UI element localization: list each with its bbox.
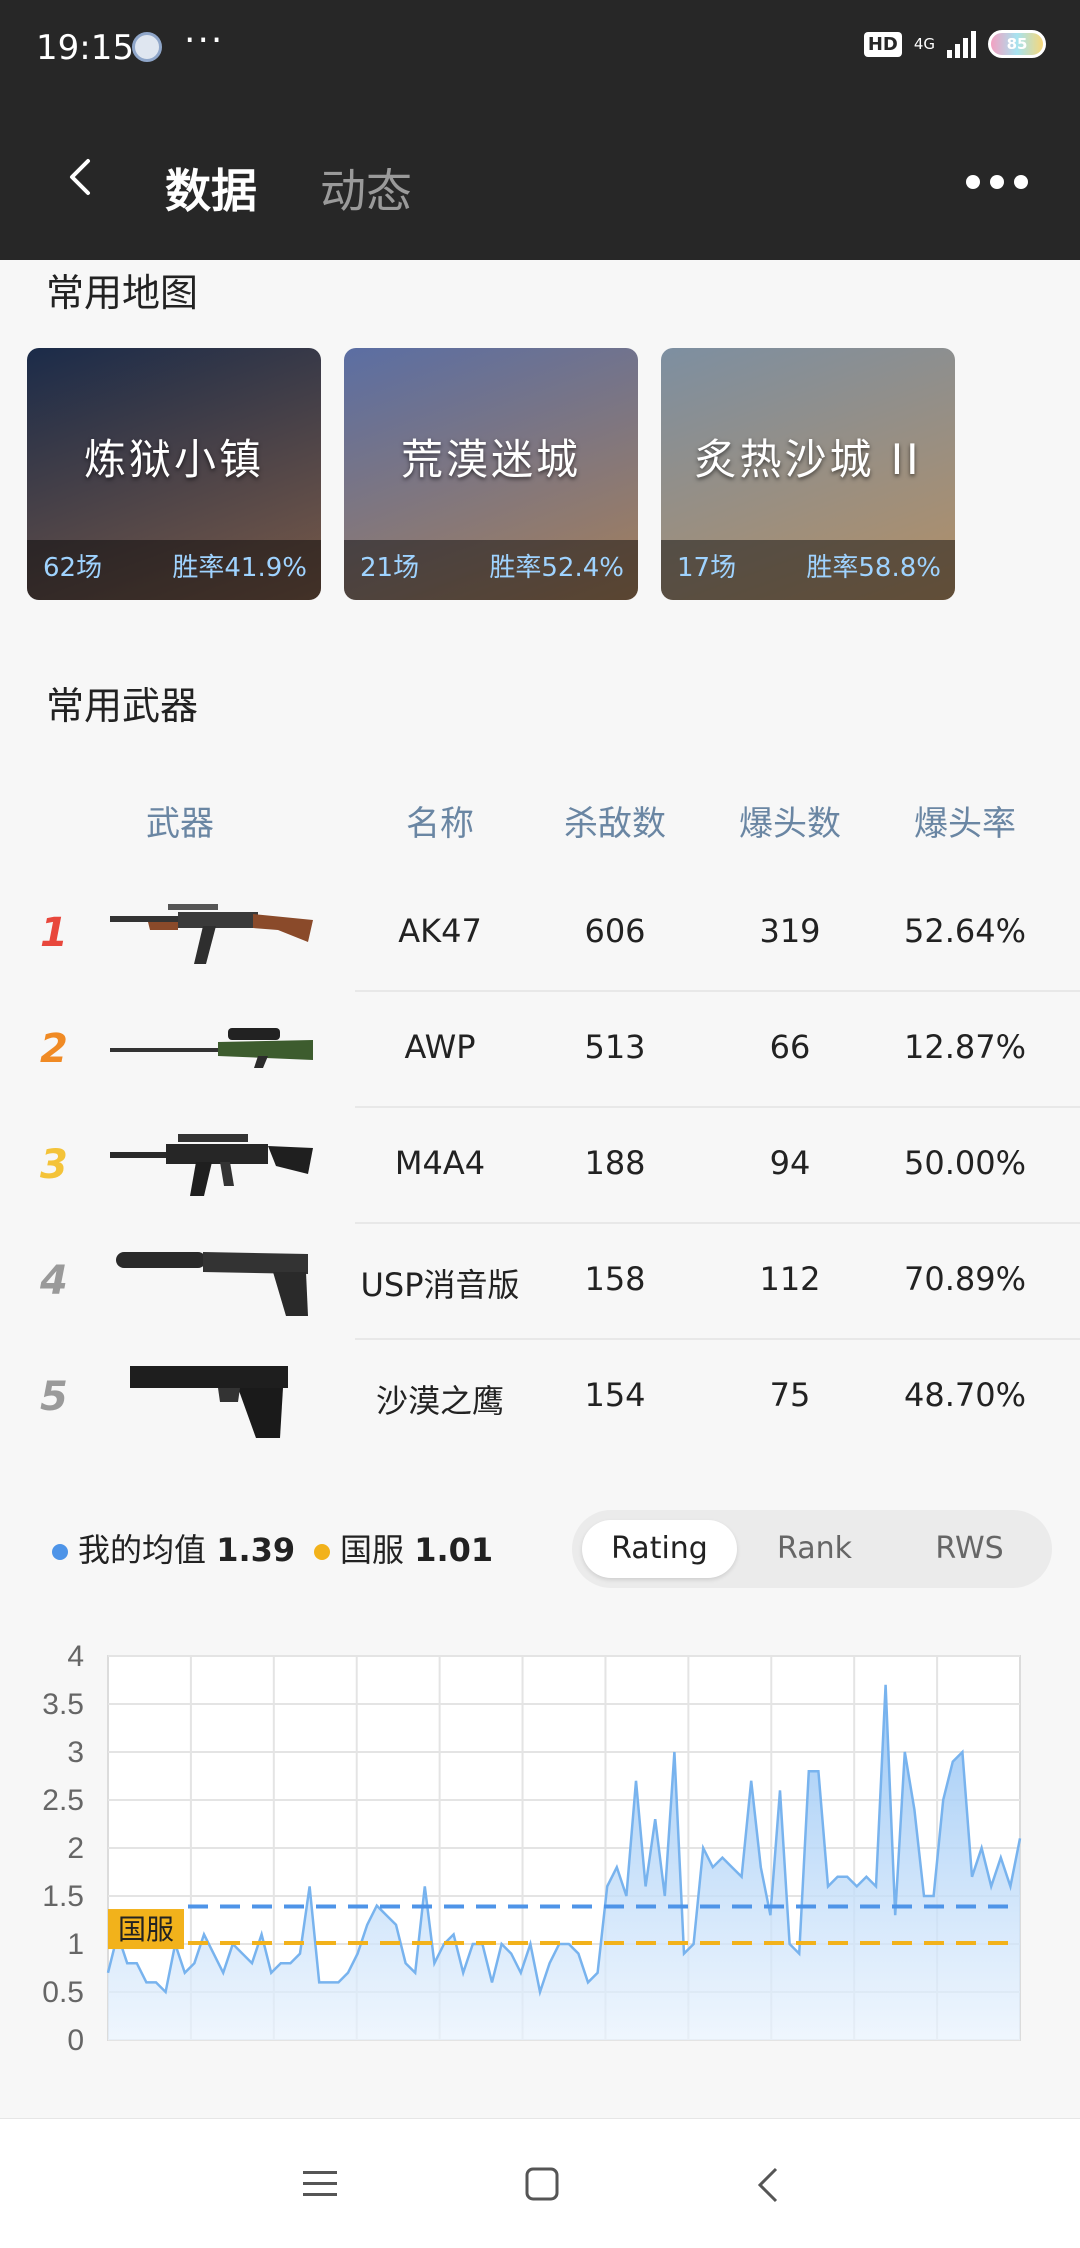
header-kills: 杀敌数 xyxy=(564,804,666,844)
weapons-table-header: 武器 名称 杀敌数 爆头数 爆头率 xyxy=(0,796,1080,846)
my-average-legend: 我的均值 1.39 xyxy=(52,1525,295,1571)
server-label-text: 国服 xyxy=(118,1914,174,1945)
status-time: 19:15 xyxy=(36,28,134,68)
metric-segmented-control: Rating Rank RWS xyxy=(572,1510,1052,1588)
weapon-headshots: 66 xyxy=(769,1028,811,1066)
map-name: 炼狱小镇 xyxy=(83,435,264,484)
map-card[interactable]: 炼狱小镇 62场 胜率41.9% xyxy=(27,348,321,600)
recent-apps-icon[interactable] xyxy=(303,2169,337,2199)
server-average-value: 1.01 xyxy=(414,1531,494,1569)
awp-sniper-icon xyxy=(110,1028,313,1068)
network-type-icon: 4G xyxy=(913,35,935,53)
ak47-rifle-icon xyxy=(110,904,313,964)
weapon-hs-rate: 52.64% xyxy=(903,912,1026,950)
y-tick-label: 2 xyxy=(67,1832,84,1865)
weapon-name: M4A4 xyxy=(394,1144,486,1182)
home-icon[interactable] xyxy=(525,2167,559,2201)
battery-icon: 85 xyxy=(988,30,1046,58)
signal-icon xyxy=(947,30,976,58)
rank-badge: 4 xyxy=(40,1258,68,1304)
weapon-kills: 606 xyxy=(584,912,646,950)
weapon-hs-rate: 70.89% xyxy=(903,1260,1026,1298)
weapon-name: USP消音版 xyxy=(360,1266,520,1304)
rank-badge: 3 xyxy=(40,1142,68,1188)
weapon-hs-rate: 12.87% xyxy=(903,1028,1026,1066)
y-tick-label: 1.5 xyxy=(42,1880,84,1913)
tab-data[interactable]: 数据 xyxy=(165,155,257,221)
map-games-count: 17场 xyxy=(677,553,737,583)
status-icons: HD 4G 85 xyxy=(863,30,1046,58)
more-notifications-icon: ··· xyxy=(184,20,225,61)
map-card-list: 炼狱小镇 62场 胜率41.9% 荒漠迷城 21场 胜率52.4% 炙热沙城 I… xyxy=(27,348,955,600)
weapon-name: AWP xyxy=(404,1028,476,1066)
y-tick-label: 3 xyxy=(67,1736,84,1769)
hd-icon: HD xyxy=(863,31,902,57)
server-average-dot xyxy=(314,1544,330,1560)
y-tick-label: 4 xyxy=(67,1640,84,1673)
my-average-value: 1.39 xyxy=(216,1531,296,1569)
table-row[interactable]: 5 沙漠之鹰 154 75 48.70% xyxy=(0,1340,1080,1456)
weapons-section-title: 常用武器 xyxy=(46,684,199,728)
map-card[interactable]: 荒漠迷城 21场 胜率52.4% xyxy=(344,348,638,600)
app-notification-icon xyxy=(132,32,162,62)
map-card[interactable]: 炙热沙城 II 17场 胜率58.8% xyxy=(661,348,955,600)
segment-rank[interactable]: Rank xyxy=(737,1520,892,1578)
rank-badge: 1 xyxy=(40,910,68,956)
table-row[interactable]: 3 M4A4 188 94 50.00% xyxy=(0,1108,1080,1224)
server-average-legend: 国服 1.01 xyxy=(314,1525,493,1571)
weapon-hs-rate: 50.00% xyxy=(903,1144,1026,1182)
m4a4-rifle-icon xyxy=(110,1134,313,1196)
header-hs-rate: 爆头率 xyxy=(914,804,1016,844)
table-row[interactable]: 1 AK47 606 319 52.64% xyxy=(0,876,1080,992)
y-tick-label: 3.5 xyxy=(42,1688,84,1721)
map-win-rate: 胜率58.8% xyxy=(806,553,941,583)
desert-eagle-pistol-icon xyxy=(130,1366,288,1438)
weapon-kills: 154 xyxy=(584,1376,646,1414)
server-average-label: 国服 xyxy=(340,1531,405,1569)
usp-pistol-icon xyxy=(116,1252,308,1316)
rank-badge: 5 xyxy=(40,1374,68,1420)
map-win-rate: 胜率52.4% xyxy=(489,553,624,583)
table-row[interactable]: 2 AWP 513 66 12.87% xyxy=(0,992,1080,1108)
top-app-bar: 数据 动态 xyxy=(0,95,1080,260)
status-bar: 19:15 ··· HD 4G 85 xyxy=(0,0,1080,95)
header-name: 名称 xyxy=(406,804,474,844)
header-weapon: 武器 xyxy=(146,804,214,844)
table-row[interactable]: 4 USP消音版 158 112 70.89% xyxy=(0,1224,1080,1340)
maps-section-title: 常用地图 xyxy=(46,271,199,315)
rank-badge: 2 xyxy=(40,1026,68,1072)
weapon-headshots: 112 xyxy=(759,1260,821,1298)
rating-chart: 0 0.5 1 1.5 2 2.5 3 3.5 4 国服 xyxy=(42,1640,1022,2057)
weapon-name: 沙漠之鹰 xyxy=(375,1382,504,1420)
weapon-hs-rate: 48.70% xyxy=(903,1376,1026,1414)
weapon-kills: 158 xyxy=(584,1260,646,1298)
map-name: 荒漠迷城 xyxy=(400,435,581,484)
y-tick-label: 0.5 xyxy=(42,1976,84,2009)
weapon-kills: 188 xyxy=(584,1144,646,1182)
header-headshots: 爆头数 xyxy=(739,804,841,844)
weapon-headshots: 94 xyxy=(769,1144,811,1182)
tab-activity[interactable]: 动态 xyxy=(320,155,412,221)
y-tick-label: 0 xyxy=(67,2024,84,2057)
segment-rating[interactable]: Rating xyxy=(582,1520,737,1578)
weapon-headshots: 75 xyxy=(769,1376,811,1414)
segment-rws[interactable]: RWS xyxy=(892,1520,1047,1578)
more-options-icon[interactable] xyxy=(966,175,1028,189)
y-tick-label: 1 xyxy=(67,1928,84,1961)
map-win-rate: 胜率41.9% xyxy=(172,553,307,583)
weapon-name: AK47 xyxy=(398,912,482,950)
y-tick-label: 2.5 xyxy=(42,1784,84,1817)
weapon-kills: 513 xyxy=(584,1028,646,1066)
weapon-headshots: 319 xyxy=(759,912,821,950)
nav-back-icon[interactable] xyxy=(756,2167,780,2203)
back-arrow-icon[interactable] xyxy=(60,155,104,199)
system-nav-bar xyxy=(0,2118,1080,2248)
map-name: 炙热沙城 II xyxy=(694,435,922,484)
map-games-count: 62场 xyxy=(43,553,103,583)
map-games-count: 21场 xyxy=(360,553,420,583)
my-average-label: 我的均值 xyxy=(78,1531,207,1569)
my-average-dot xyxy=(52,1544,68,1560)
